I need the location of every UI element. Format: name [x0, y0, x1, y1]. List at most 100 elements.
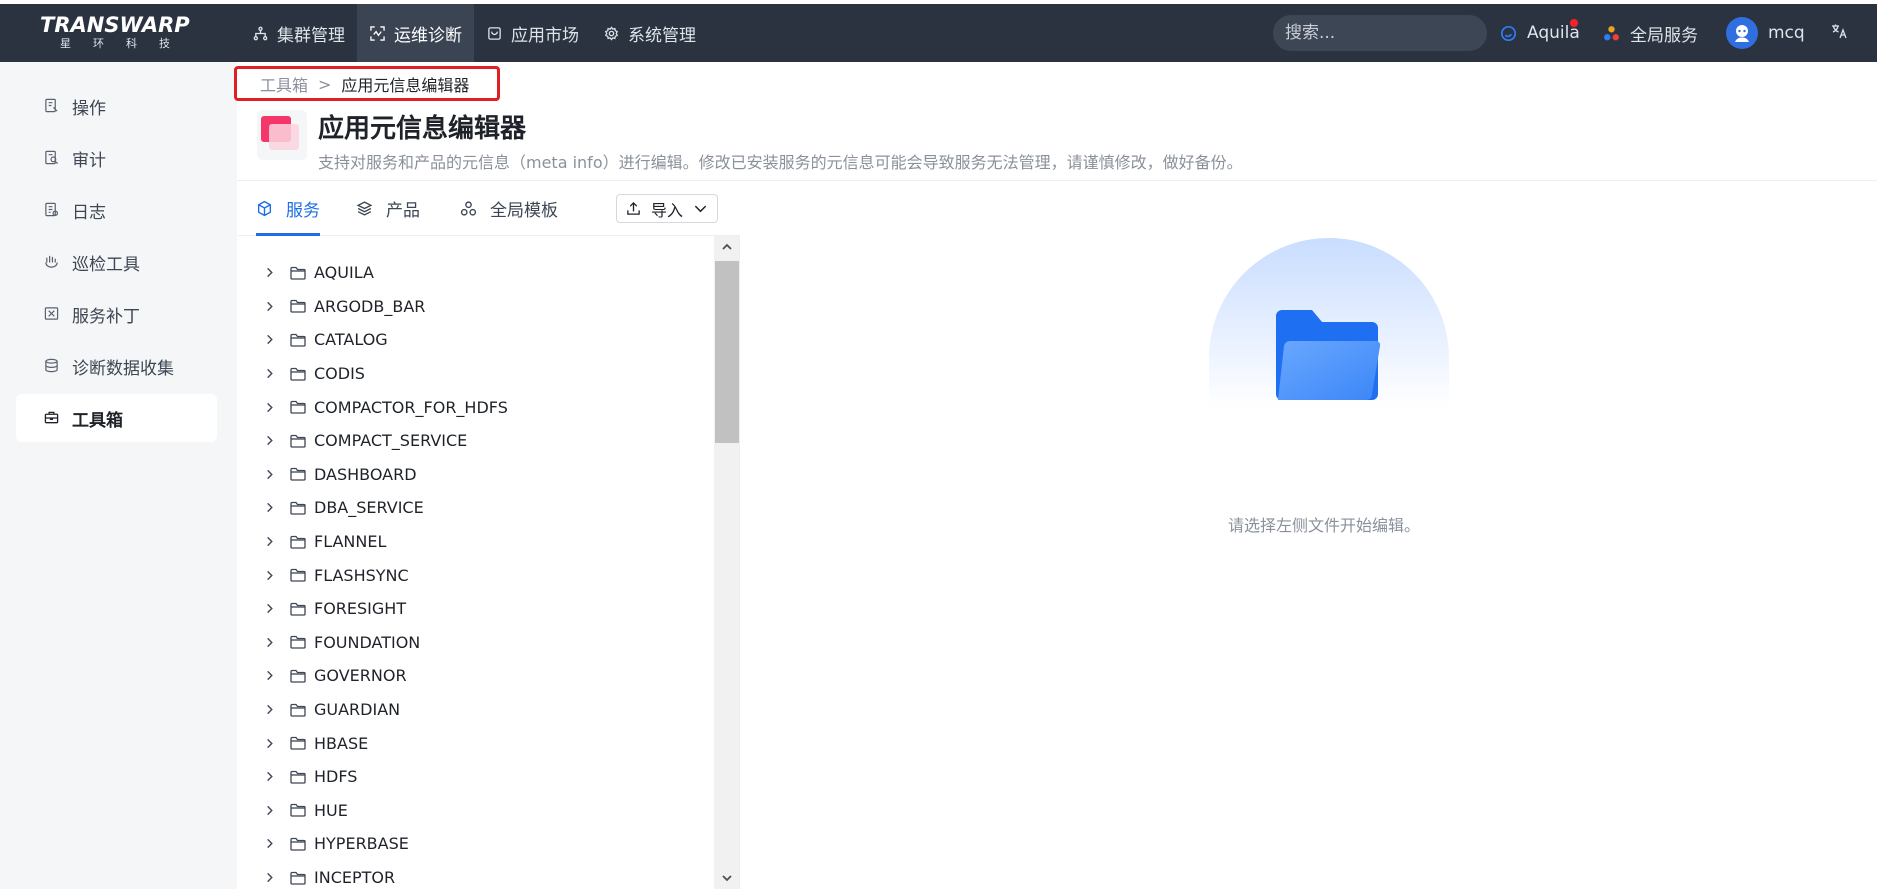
sidebar-item-toolbox[interactable]: 工具箱	[16, 394, 217, 442]
notification-dot	[1570, 19, 1578, 27]
nav-system-management[interactable]: 系统管理	[591, 4, 708, 62]
tree-row[interactable]: CODIS	[238, 357, 713, 391]
chevron-right-icon[interactable]	[264, 771, 278, 782]
layers-icon	[356, 200, 374, 218]
tree-row[interactable]: AQUILA	[238, 256, 713, 290]
chevron-right-icon[interactable]	[264, 402, 278, 413]
import-label: 导入	[650, 200, 683, 220]
chevron-right-icon[interactable]	[264, 570, 278, 581]
folder-icon	[290, 871, 308, 885]
tree-row[interactable]: DBA_SERVICE	[238, 491, 713, 525]
tree-row[interactable]: DASHBOARD	[238, 458, 713, 492]
chevron-right-icon[interactable]	[264, 805, 278, 816]
folder-icon	[290, 837, 308, 851]
tree-row[interactable]: HBASE	[238, 726, 713, 760]
tree-row-label: FOUNDATION	[314, 632, 421, 652]
tree-row-label: COMPACT_SERVICE	[314, 431, 468, 451]
chevron-right-icon[interactable]	[264, 637, 278, 648]
highlight-box	[234, 66, 500, 101]
user-menu[interactable]: mcq	[1726, 4, 1805, 62]
folder-icon	[290, 568, 308, 582]
chevron-right-icon[interactable]	[264, 704, 278, 715]
nav-label: 系统管理	[628, 25, 696, 46]
sidebar-item-collect[interactable]: 诊断数据收集	[16, 342, 217, 390]
nav-label: 应用市场	[511, 25, 579, 46]
import-button[interactable]: 导入	[616, 194, 718, 223]
folder-icon	[290, 770, 308, 784]
nav-label: 集群管理	[277, 25, 345, 46]
nav-ops-diagnosis[interactable]: 运维诊断	[357, 4, 474, 62]
aquila-button[interactable]: Aquila	[1500, 4, 1580, 62]
chevron-right-icon[interactable]	[264, 838, 278, 849]
tree-row[interactable]: FLASHSYNC	[238, 558, 713, 592]
tree-row-label: AQUILA	[314, 263, 374, 283]
sidebar-item-patch[interactable]: 服务补丁	[16, 290, 217, 338]
nav-label: 运维诊断	[394, 25, 462, 46]
chevron-right-icon[interactable]	[264, 738, 278, 749]
search-input[interactable]	[1273, 15, 1487, 51]
aquila-icon	[1500, 25, 1517, 42]
tree-row-label: COMPACTOR_FOR_HDFS	[314, 397, 508, 417]
tab-label: 产品	[386, 201, 420, 221]
sidebar-item-audit[interactable]: 审计	[16, 134, 217, 182]
scroll-thumb[interactable]	[715, 261, 739, 443]
tree-row[interactable]: HYPERBASE	[238, 827, 713, 861]
chevron-right-icon[interactable]	[264, 267, 278, 278]
tree-row[interactable]: FORESIGHT	[238, 592, 713, 626]
sidebar: 操作 审计 日志 巡检工具 服务补丁 诊断数据收集 工具箱	[0, 62, 237, 889]
tree-row[interactable]: GUARDIAN	[238, 693, 713, 727]
nav-app-market[interactable]: 应用市场	[474, 4, 591, 62]
folder-icon	[290, 635, 308, 650]
folder-icon	[290, 400, 308, 414]
folder-icon	[290, 803, 308, 818]
tree-row[interactable]: HUE	[238, 794, 713, 828]
tree-row[interactable]: HDFS	[238, 760, 713, 794]
tree-row-label: HBASE	[314, 733, 369, 753]
tree-row-label: CATALOG	[314, 330, 388, 350]
tree-row[interactable]: ARGODB_BAR	[238, 290, 713, 324]
sidebar-item-operation[interactable]: 操作	[16, 82, 217, 130]
nav-cluster-management[interactable]: 集群管理	[240, 4, 357, 62]
tab-global-template[interactable]: 全局模板	[460, 181, 558, 236]
tree-row[interactable]: GOVERNOR	[238, 659, 713, 693]
translate-icon	[1830, 22, 1848, 44]
chevron-right-icon[interactable]	[264, 670, 278, 681]
language-switch[interactable]	[1830, 4, 1848, 62]
scroll-up-button[interactable]	[714, 236, 739, 258]
chevron-right-icon[interactable]	[264, 603, 278, 614]
tree-row[interactable]: CATALOG	[238, 323, 713, 357]
chevron-right-icon[interactable]	[264, 435, 278, 446]
tree-row[interactable]: FLANNEL	[238, 525, 713, 559]
tree-row[interactable]: FOUNDATION	[238, 626, 713, 660]
scrollbar[interactable]	[714, 236, 739, 889]
tab-service[interactable]: 服务	[256, 181, 320, 236]
tree-row[interactable]: COMPACT_SERVICE	[238, 424, 713, 458]
tree-row-label: FLANNEL	[314, 532, 387, 552]
operation-icon	[44, 98, 60, 114]
global-service-button[interactable]: 全局服务	[1603, 4, 1698, 62]
tree-row-label: GOVERNOR	[314, 666, 407, 686]
file-tree-panel: AQUILA ARGODB_BAR CATALOG CODIS COMPACTOR_FO…	[238, 236, 740, 889]
sidebar-item-label: 工具箱	[72, 410, 123, 431]
tree-row-label: CODIS	[314, 364, 365, 384]
sidebar-item-log[interactable]: 日志	[16, 186, 217, 234]
chevron-right-icon[interactable]	[264, 872, 278, 883]
tree-row[interactable]: COMPACTOR_FOR_HDFS	[238, 390, 713, 424]
transwarp-logo[interactable]: TRANSWARP 星环科技	[40, 14, 200, 54]
folder-icon	[290, 434, 308, 448]
tree-row[interactable]: INCEPTOR	[238, 861, 713, 889]
editor-tabs: 服务 产品 全局模板 导入	[238, 181, 740, 236]
sidebar-item-inspect[interactable]: 巡检工具	[16, 238, 217, 286]
chevron-right-icon[interactable]	[264, 536, 278, 547]
tree-row-label: FLASHSYNC	[314, 565, 409, 585]
scroll-down-button[interactable]	[714, 867, 739, 889]
chevron-down-icon	[693, 201, 708, 216]
folder-icon	[290, 535, 308, 549]
chevron-right-icon[interactable]	[264, 334, 278, 345]
tab-product[interactable]: 产品	[356, 181, 420, 236]
chevron-right-icon[interactable]	[264, 301, 278, 312]
folder-icon	[290, 736, 308, 750]
chevron-right-icon[interactable]	[264, 502, 278, 513]
chevron-right-icon[interactable]	[264, 368, 278, 379]
chevron-right-icon[interactable]	[264, 469, 278, 480]
